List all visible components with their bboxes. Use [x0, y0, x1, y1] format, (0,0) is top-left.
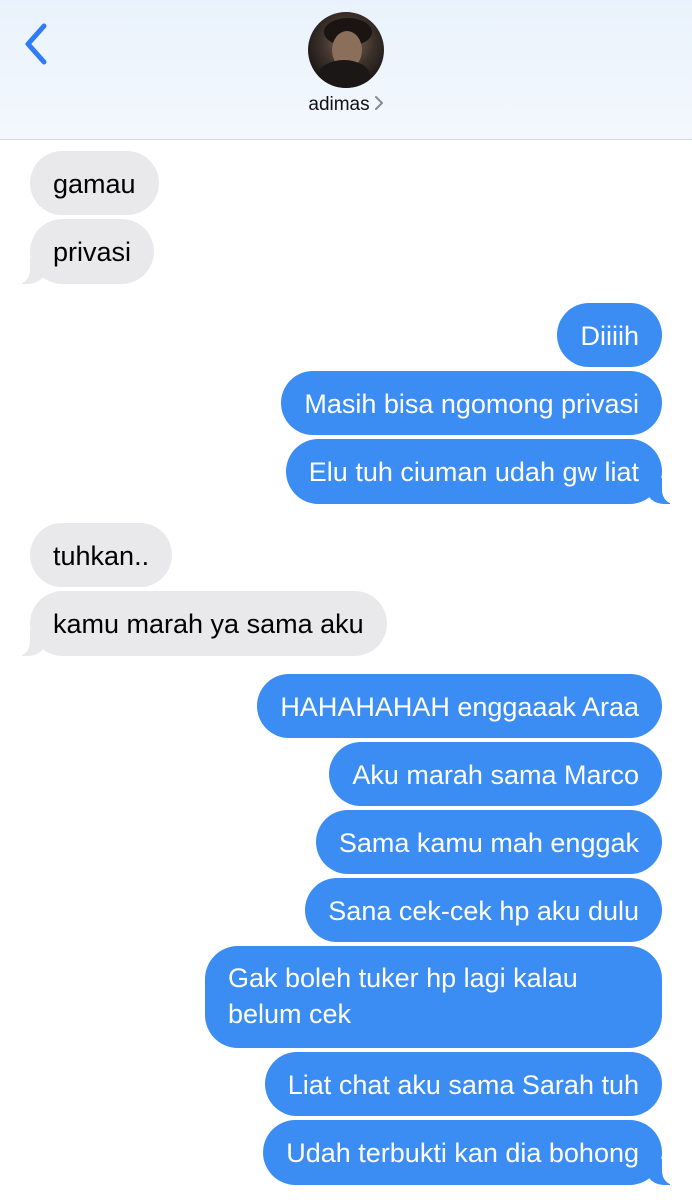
avatar[interactable]	[308, 12, 384, 88]
contact-name-button[interactable]: adimas	[0, 94, 692, 116]
incoming-message[interactable]: tuhkan..	[30, 523, 173, 587]
avatar-photo	[318, 18, 372, 88]
outgoing-message[interactable]: Diiiih	[557, 303, 662, 367]
outgoing-message[interactable]: Liat chat aku sama Sarah tuh	[264, 1052, 662, 1116]
contact-name: adimas	[308, 94, 370, 115]
outgoing-message[interactable]: Sama kamu mah enggak	[315, 810, 662, 874]
outgoing-message[interactable]: Masih bisa ngomong privasi	[281, 371, 662, 435]
outgoing-message[interactable]: Elu tuh ciuman udah gw liat	[285, 439, 677, 504]
chevron-right-icon	[374, 96, 383, 111]
outgoing-message[interactable]: Gak boleh tuker hp lagi kalau belum cek	[205, 946, 662, 1048]
conversation-header: adimas	[0, 0, 692, 140]
incoming-message[interactable]: privasi	[15, 219, 155, 284]
outgoing-message[interactable]: HAHAHAHAH enggaaak Araa	[257, 674, 662, 738]
incoming-message[interactable]: gamau	[30, 151, 159, 215]
outgoing-message[interactable]: Aku marah sama Marco	[329, 742, 662, 806]
outgoing-message[interactable]: Sana cek-cek hp aku dulu	[305, 878, 662, 942]
incoming-message[interactable]: kamu marah ya sama aku	[16, 591, 387, 656]
chevron-left-icon[interactable]	[16, 20, 56, 68]
outgoing-message[interactable]: Udah terbukti kan dia bohong	[263, 1120, 676, 1185]
